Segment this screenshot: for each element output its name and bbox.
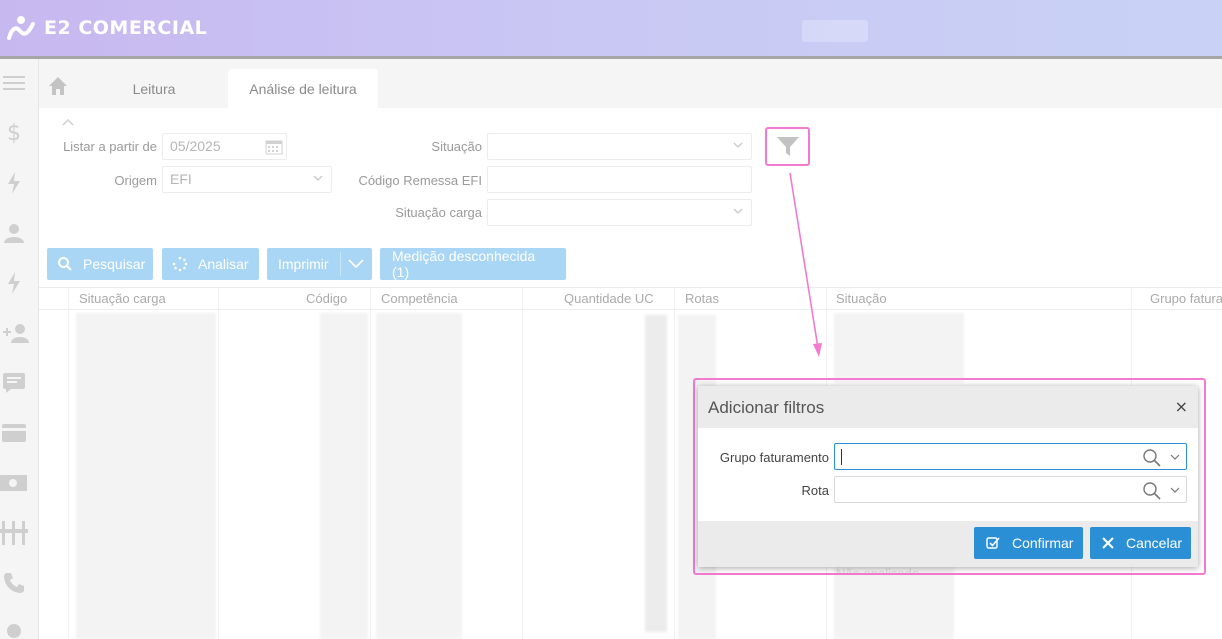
calendar-icon[interactable] (265, 139, 283, 155)
rota-label: Rota (801, 483, 829, 498)
sidebar: $ (0, 59, 39, 639)
collapse-chevron-icon[interactable] (62, 118, 74, 126)
table-cell-blurred (834, 567, 954, 639)
meters-icon[interactable] (0, 519, 28, 547)
close-icon (1102, 537, 1114, 549)
check-square-icon (986, 537, 1000, 549)
column-header[interactable]: Grupo fatura (1150, 291, 1222, 306)
tab-leitura[interactable]: Leitura (109, 69, 199, 108)
dialog-header: Adicionar filtros × (698, 386, 1198, 428)
banknote-icon[interactable] (0, 469, 27, 497)
spinner-icon (172, 256, 188, 272)
situacao-label: Situação (431, 139, 482, 154)
situacao-carga-select[interactable] (487, 199, 752, 226)
column-divider (370, 287, 371, 639)
column-divider (218, 287, 219, 639)
table-cell-blurred (834, 313, 964, 383)
add-filter-button[interactable] (765, 127, 810, 166)
lightning-icon[interactable] (0, 269, 28, 297)
listar-date-input[interactable]: 05/2025 (162, 133, 287, 160)
dialog-title: Adicionar filtros (708, 398, 825, 417)
chevron-down-icon (733, 142, 743, 148)
origem-select[interactable]: EFI (162, 166, 332, 193)
chevron-down-icon[interactable] (1170, 453, 1180, 461)
column-header[interactable]: Competência (381, 291, 458, 306)
split-divider (340, 252, 341, 276)
listar-date-value: 05/2025 (170, 138, 221, 154)
pesquisar-button[interactable]: Pesquisar (47, 248, 153, 280)
column-header[interactable]: Situação carga (79, 291, 166, 306)
column-header[interactable]: Rotas (685, 291, 719, 306)
situacao-carga-label: Situação carga (395, 205, 482, 220)
origem-value: EFI (170, 171, 192, 187)
lightning-icon[interactable] (0, 169, 28, 197)
imprimir-label: Imprimir (278, 256, 329, 272)
codigo-remessa-input[interactable] (487, 166, 752, 193)
filter-icon (776, 136, 799, 156)
analisar-button[interactable]: Analisar (162, 248, 259, 280)
analisar-label: Analisar (198, 256, 249, 272)
situacao-select[interactable] (487, 133, 752, 160)
add-filters-dialog: Adicionar filtros × Grupo faturamento Ro… (698, 386, 1198, 567)
column-header[interactable]: Código (306, 291, 347, 306)
confirmar-label: Confirmar (1012, 535, 1074, 551)
pesquisar-label: Pesquisar (83, 256, 146, 272)
search-icon (58, 257, 72, 271)
table-cell-blurred (376, 313, 462, 639)
medicao-desconhecida-button[interactable]: Medição desconhecida (1) (380, 248, 566, 280)
table-cell-blurred (76, 313, 216, 639)
listar-label: Listar a partir de (63, 139, 157, 154)
codigo-remessa-label: Código Remessa EFI (358, 173, 482, 188)
origem-label: Origem (114, 173, 157, 188)
tab-label: Leitura (132, 80, 176, 97)
dollar-icon[interactable]: $ (0, 119, 28, 147)
chevron-down-icon[interactable] (1170, 486, 1180, 494)
list-icon[interactable] (0, 369, 28, 397)
user-icon[interactable] (0, 219, 28, 247)
table-header: Situação carga Código Competência Quanti… (39, 287, 1222, 310)
chevron-down-icon (313, 175, 323, 181)
annotation-arrow (789, 172, 822, 357)
brand-name: E2 COMERCIAL (44, 17, 208, 39)
grupo-faturamento-input[interactable] (834, 443, 1187, 470)
pin-icon[interactable] (0, 619, 28, 639)
menu-icon[interactable] (0, 69, 28, 97)
app-logo[interactable]: E2 COMERCIAL (6, 14, 207, 42)
column-divider (674, 287, 675, 639)
search-icon[interactable] (1142, 481, 1162, 501)
add-user-icon[interactable] (2, 319, 30, 347)
logo-icon (7, 16, 35, 40)
search-icon[interactable] (1142, 448, 1162, 468)
column-divider (68, 287, 69, 639)
home-icon[interactable] (48, 76, 68, 96)
confirmar-button[interactable]: Confirmar (974, 527, 1083, 559)
table-cell-blurred (645, 315, 667, 632)
phone-icon[interactable] (0, 569, 28, 597)
close-icon[interactable]: × (1175, 397, 1188, 416)
user-area-blurred (802, 20, 868, 42)
medicao-label: Medição desconhecida (1) (392, 248, 536, 280)
chevron-down-icon[interactable] (348, 258, 364, 270)
text-caret (841, 449, 842, 465)
credit-card-icon[interactable] (0, 419, 28, 447)
grupo-faturamento-label: Grupo faturamento (719, 450, 829, 465)
tab-analise-de-leitura[interactable]: Análise de leitura (228, 69, 378, 108)
chevron-down-icon (733, 208, 743, 214)
cancelar-label: Cancelar (1126, 535, 1183, 551)
imprimir-button[interactable]: Imprimir (267, 248, 372, 280)
cancelar-button[interactable]: Cancelar (1090, 527, 1191, 559)
tabs-bar: Leitura Análise de leitura (39, 59, 1222, 108)
column-header[interactable]: Quantidade UC (564, 291, 654, 306)
table-cell-blurred (320, 313, 368, 639)
top-bar: E2 COMERCIAL (0, 0, 1222, 56)
rota-input[interactable] (834, 476, 1187, 503)
tab-label: Análise de leitura (249, 80, 357, 97)
column-divider (522, 287, 523, 639)
column-header[interactable]: Situação (836, 291, 887, 306)
